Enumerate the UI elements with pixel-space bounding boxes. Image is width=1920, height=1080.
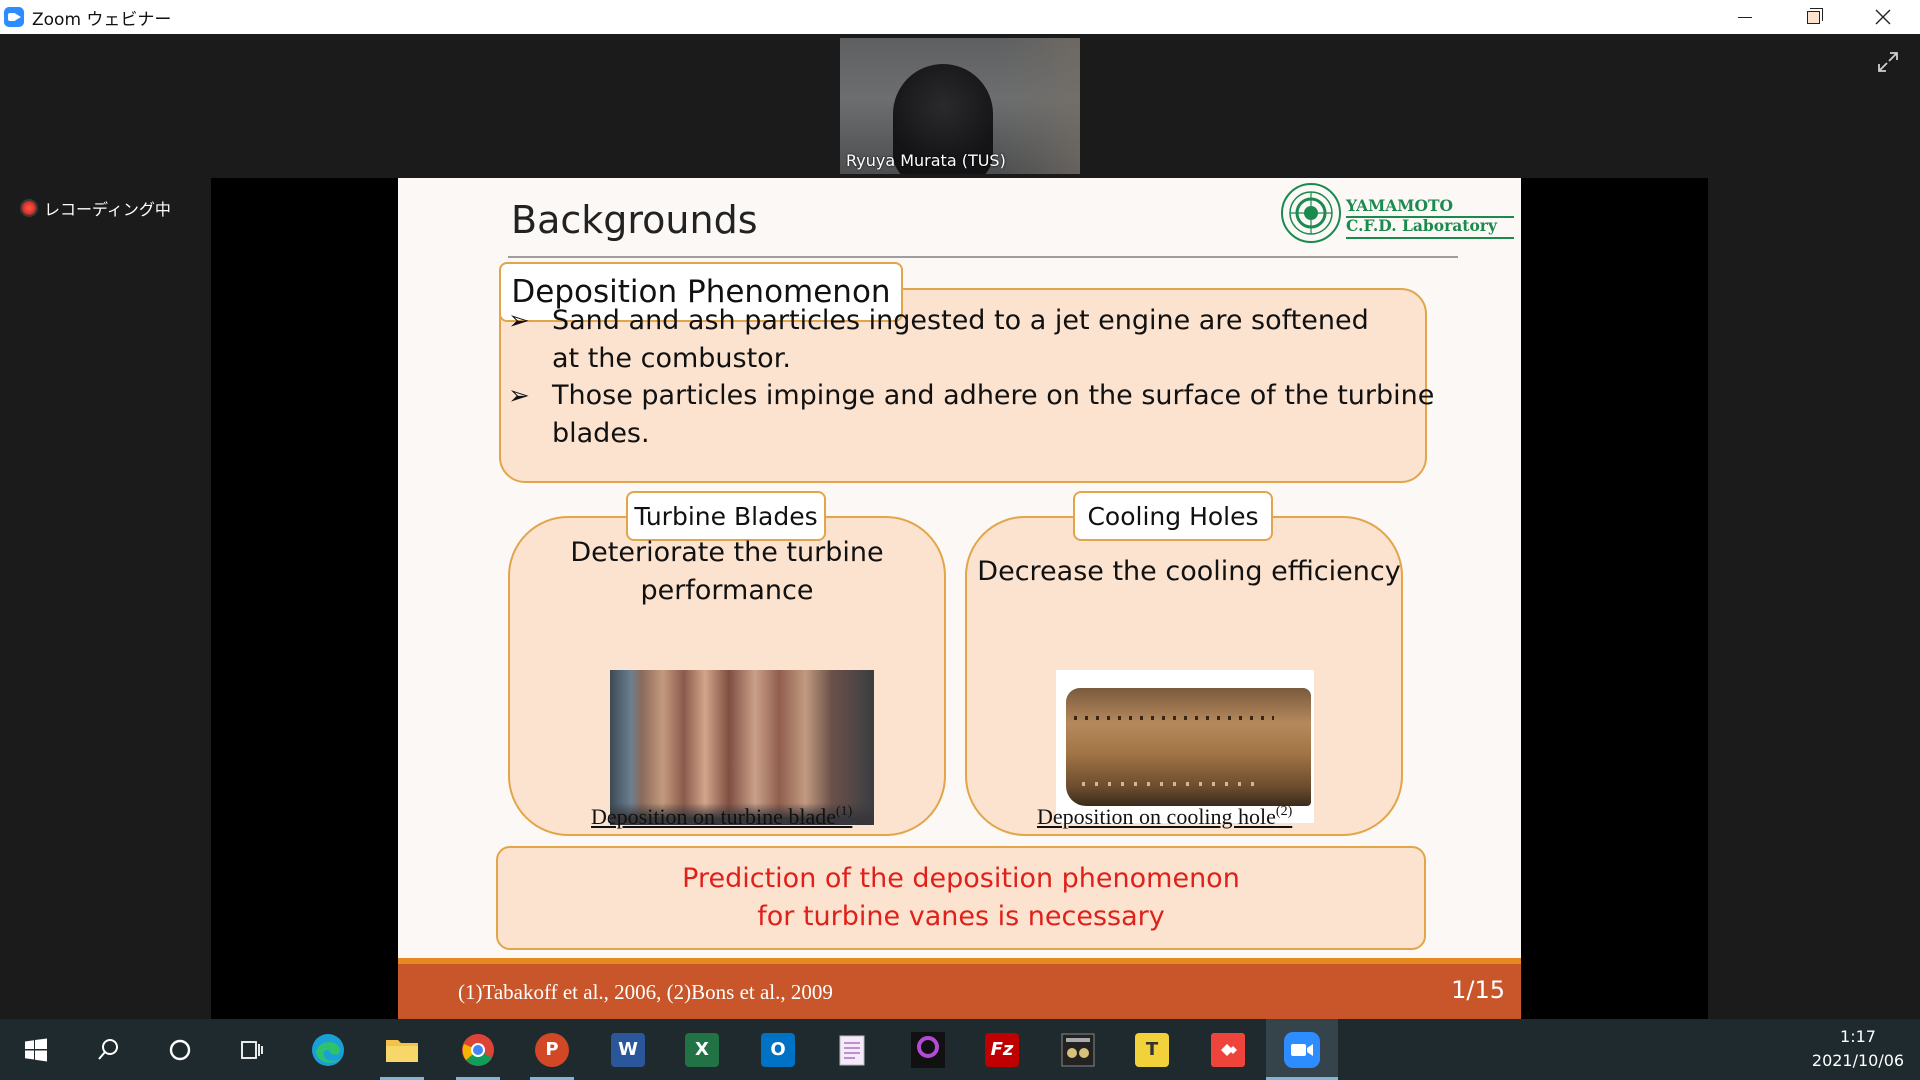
arrow-bullet-icon: ➢ [508, 306, 530, 336]
word-icon: W [611, 1032, 645, 1067]
footer-references: (1)Tabakoff et al., 2006, (2)Bons et al.… [458, 980, 833, 1004]
bullet-2-line2: blades. [552, 418, 650, 449]
presentation-slide: Backgrounds YAMAMOTO C.F.D. Laboratory D… [398, 178, 1521, 1019]
close-button[interactable] [1848, 0, 1918, 34]
cooling-hole-row [1074, 716, 1274, 720]
restore-icon [1806, 7, 1823, 24]
taskbar-zoom[interactable] [1266, 1019, 1338, 1080]
conclusion-text: Prediction of the deposition phenomenon … [496, 860, 1426, 936]
notepad-icon [839, 1035, 865, 1065]
participant-name: Ryuya Murata (TUS) [846, 151, 1006, 170]
turbine-text-line2: performance [640, 575, 814, 606]
university-seal-icon [1281, 183, 1341, 243]
zoom-icon [1284, 1031, 1320, 1068]
logo-underline [1346, 237, 1514, 239]
conclusion-line1: Prediction of the deposition phenomenon [682, 863, 1240, 894]
logo-divider [1346, 216, 1514, 218]
recording-indicator[interactable]: レコーディング中 [20, 196, 171, 220]
lab-name-line2: C.F.D. Laboratory [1346, 216, 1497, 235]
taskbar-excel[interactable]: X [666, 1019, 738, 1080]
fullscreen-icon[interactable] [1876, 50, 1900, 74]
blade-part [1066, 688, 1311, 806]
turbine-caption-text: Deposition on turbine blade [591, 804, 837, 829]
taskbar-text-editor[interactable]: T [1116, 1019, 1188, 1080]
outlook-icon: O [761, 1032, 795, 1067]
window-titlebar: Zoom ウェビナー [0, 0, 1920, 34]
chrome-icon [462, 1033, 494, 1066]
powerpoint-icon: P [535, 1032, 569, 1067]
taskbar-anydesk[interactable] [1192, 1019, 1264, 1080]
title-divider [508, 256, 1458, 258]
bullet-item-1: ➢ Sand and ash particles ingested to a j… [508, 302, 1369, 378]
cortana-icon [169, 1039, 191, 1060]
filezilla-icon: Fz [985, 1032, 1019, 1067]
taskbar-nikon[interactable] [892, 1019, 964, 1080]
conclusion-line2: for turbine vanes is necessary [757, 901, 1165, 932]
windows-taskbar: P W X O Fz T 1:17 2021/10/06 [0, 1019, 1920, 1080]
app-icon [1061, 1033, 1095, 1066]
taskbar-chrome[interactable] [442, 1019, 514, 1080]
cooling-holes-title: Cooling Holes [1073, 491, 1273, 541]
cooling-hole-row-lower [1082, 782, 1262, 786]
taskbar-filezilla[interactable]: Fz [966, 1019, 1038, 1080]
system-clock[interactable]: 1:17 2021/10/06 [1796, 1025, 1920, 1073]
search-button[interactable] [72, 1019, 144, 1080]
cooling-caption-text: Deposition on cooling hole [1037, 804, 1276, 829]
restore-button[interactable] [1778, 0, 1848, 34]
participant-video-tile[interactable]: Ryuya Murata (TUS) [840, 38, 1080, 174]
video-background [1000, 38, 1080, 174]
nikon-icon [911, 1031, 945, 1068]
taskbar-outlook[interactable]: O [742, 1019, 814, 1080]
taskbar-powerpoint[interactable]: P [516, 1019, 588, 1080]
cooling-caption-ref: (2) [1275, 804, 1293, 819]
taskbar-file-explorer[interactable] [366, 1019, 438, 1080]
expand-icon [1878, 52, 1898, 72]
turbine-blade-caption: Deposition on turbine blade(1) [591, 804, 852, 830]
search-icon [98, 1038, 118, 1060]
recording-label: レコーディング中 [44, 200, 171, 219]
clock-time: 1:17 [1840, 1027, 1876, 1046]
turbine-blade-photo [610, 670, 874, 825]
close-icon [1875, 9, 1891, 25]
task-view-icon [241, 1040, 263, 1059]
lab-name-line1: YAMAMOTO [1346, 196, 1453, 215]
turbine-text-line1: Deteriorate the turbine [570, 537, 884, 568]
turbine-caption-ref: (1) [836, 804, 853, 819]
bullet-1-line1: Sand and ash particles ingested to a jet… [552, 305, 1369, 336]
file-explorer-icon [386, 1039, 418, 1062]
cooling-holes-text: Decrease the cooling efficiency [977, 556, 1401, 587]
slide-title: Backgrounds [511, 198, 758, 242]
window-title: Zoom ウェビナー [32, 9, 172, 30]
taskbar-edge[interactable] [292, 1019, 364, 1080]
zoom-app-icon [4, 7, 24, 27]
recording-dot-icon [20, 199, 38, 217]
cooling-hole-caption: Deposition on cooling hole(2) [1037, 804, 1292, 830]
lab-logo: YAMAMOTO C.F.D. Laboratory [1280, 182, 1516, 243]
cooling-hole-photo [1056, 670, 1314, 823]
anydesk-icon [1211, 1032, 1245, 1067]
start-button[interactable] [0, 1019, 72, 1080]
clock-date: 2021/10/06 [1811, 1051, 1905, 1070]
zoom-meeting-area: Ryuya Murata (TUS) レコーディング中 Backgrounds … [0, 34, 1920, 1019]
edge-icon [312, 1033, 344, 1066]
slide-page-number: 1/15 [1451, 976, 1505, 1004]
turbine-blades-text: Deteriorate the turbine performance [508, 534, 946, 610]
arrow-bullet-icon: ➢ [508, 381, 530, 411]
task-view-button[interactable] [216, 1019, 288, 1080]
taskbar-notepad[interactable] [816, 1019, 888, 1080]
taskbar-word[interactable]: W [592, 1019, 664, 1080]
text-editor-icon: T [1135, 1032, 1169, 1067]
cortana-button[interactable] [144, 1019, 216, 1080]
minimize-icon [1738, 16, 1752, 18]
start-icon [25, 1038, 47, 1061]
bullet-2-line1: Those particles impinge and adhere on th… [552, 380, 1435, 411]
minimize-button[interactable] [1710, 0, 1780, 34]
slide-footer: (1)Tabakoff et al., 2006, (2)Bons et al.… [398, 958, 1521, 1019]
excel-icon: X [685, 1032, 719, 1067]
bullet-1-line2: at the combustor. [552, 343, 791, 374]
taskbar-app[interactable] [1042, 1019, 1114, 1080]
bullet-item-2: ➢ Those particles impinge and adhere on … [508, 377, 1435, 453]
